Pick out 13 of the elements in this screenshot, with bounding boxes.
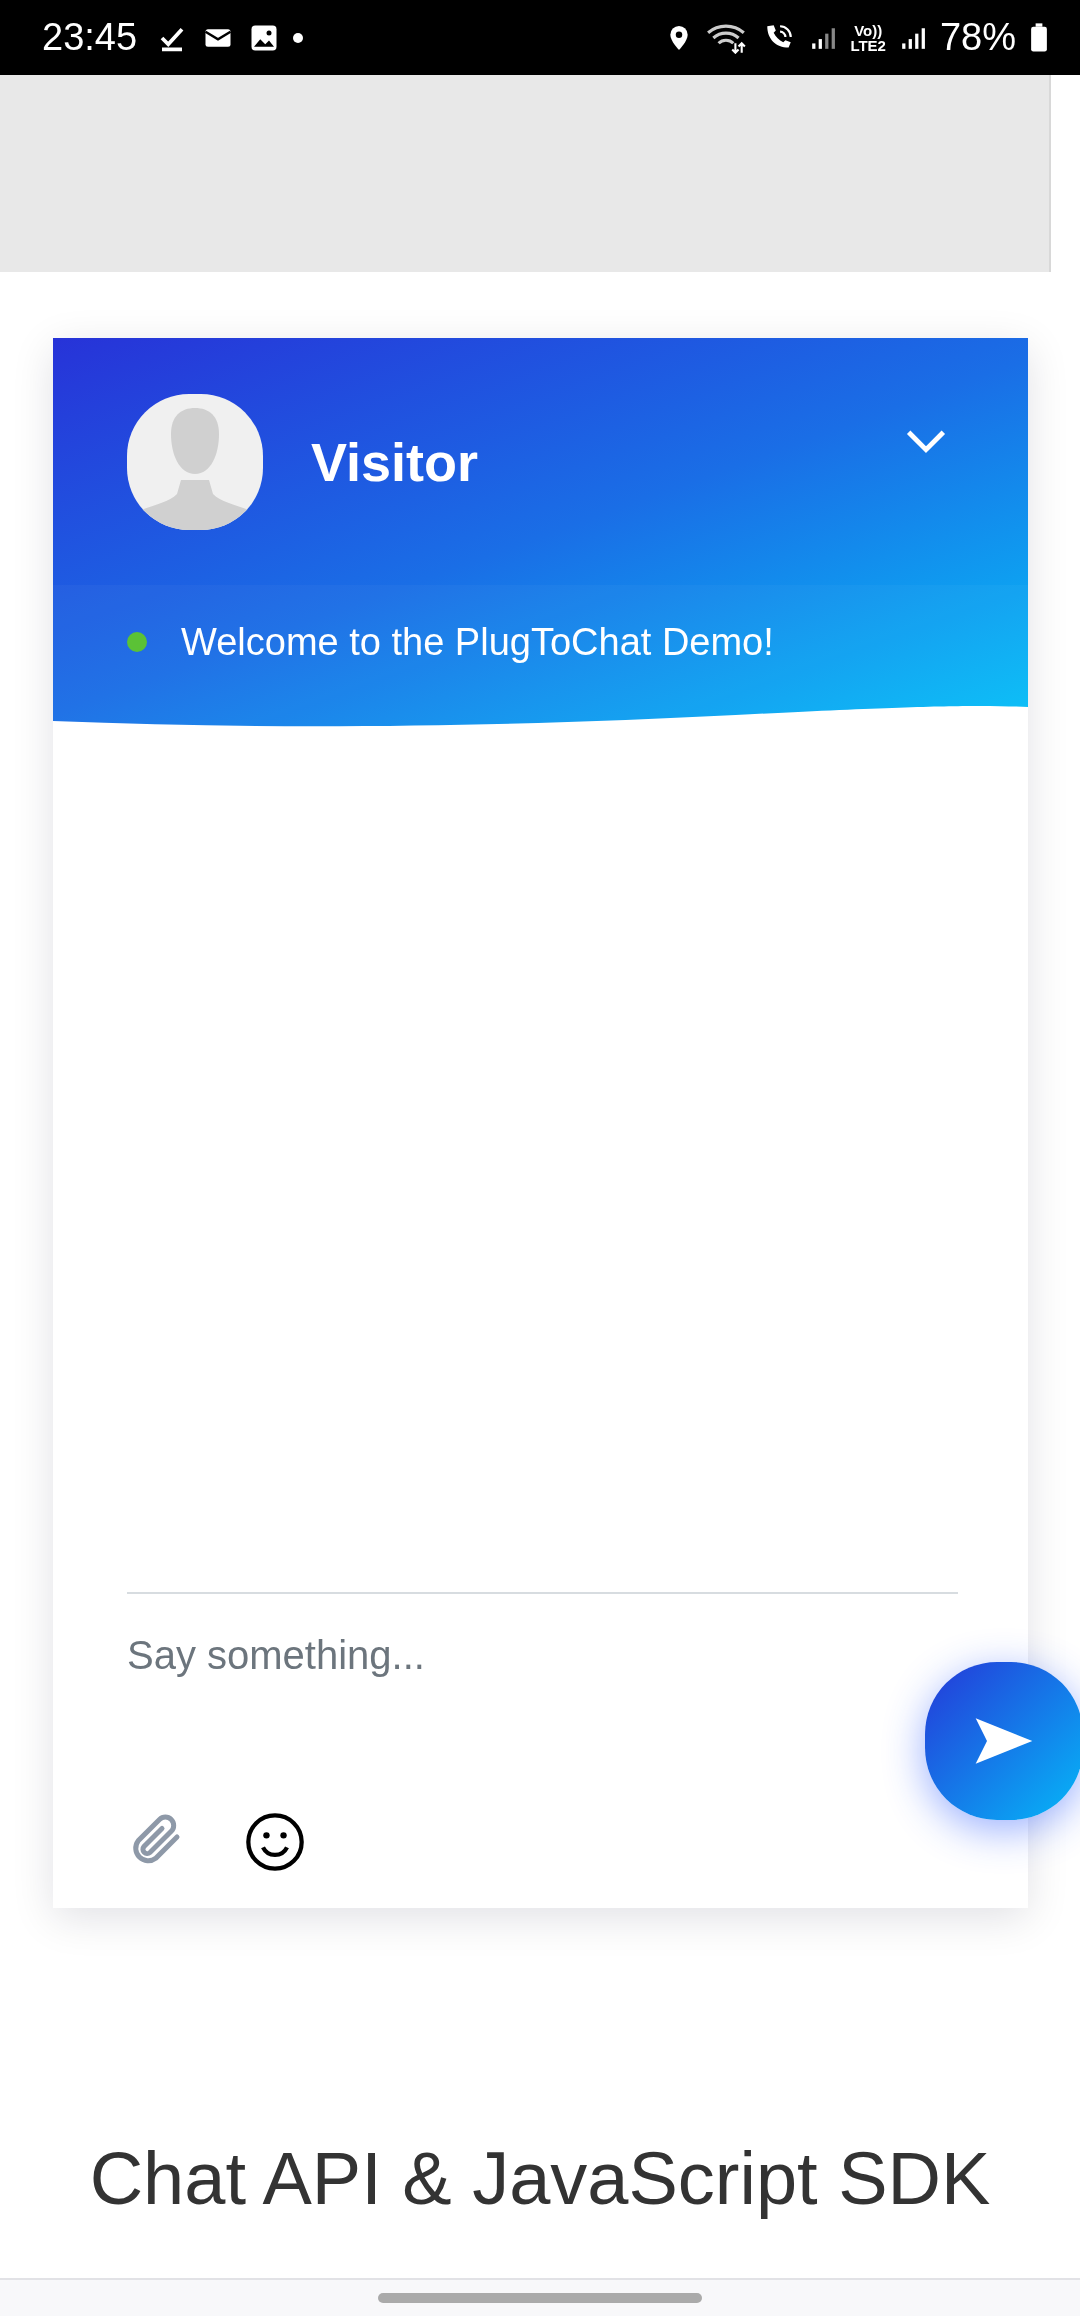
home-handle[interactable] <box>378 2293 702 2303</box>
lte-label: LTE2 <box>850 37 886 53</box>
battery-icon <box>1030 22 1048 53</box>
clock: 23:45 <box>42 16 138 59</box>
welcome-message: Welcome to the PlugToChat Demo! <box>181 620 774 664</box>
dot-icon <box>293 32 304 43</box>
send-button[interactable] <box>925 1662 1080 1820</box>
volte-label: Vo)) <box>854 22 883 38</box>
battery-percent: 78% <box>939 16 1016 59</box>
page-heading: Chat API & JavaScript SDK <box>88 2136 992 2222</box>
smiley-icon[interactable] <box>243 1810 307 1874</box>
visitor-name: Visitor <box>311 430 479 493</box>
collapse-button[interactable] <box>904 428 948 454</box>
